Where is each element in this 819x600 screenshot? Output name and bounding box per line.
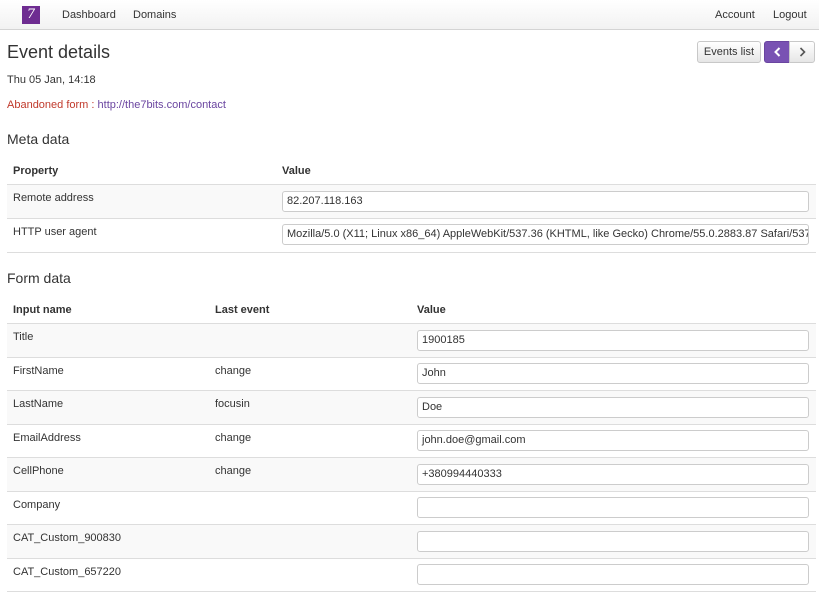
table-row: Company [7, 490, 816, 525]
input-value-field[interactable] [417, 496, 809, 518]
input-value-field[interactable]: John [417, 362, 809, 384]
events-list-button[interactable]: Events list [697, 41, 761, 63]
chevron-right-icon [799, 47, 806, 57]
column-header: Last event [215, 304, 270, 316]
input-name: CellPhone [13, 465, 64, 477]
nav-domains-link[interactable]: Domains [133, 0, 176, 30]
event-type-line: Abandoned form : http://the7bits.com/con… [7, 99, 226, 111]
column-header: Input name [13, 304, 72, 316]
form-data-heading: Form data [7, 270, 71, 286]
input-value-field[interactable] [417, 531, 809, 552]
property-name: Remote address [13, 192, 94, 204]
input-name: CAT_Custom_657220 [13, 565, 122, 578]
event-type-label: Abandoned form : [7, 99, 95, 111]
table-header: Input name Last event Value [7, 299, 816, 323]
nav-dashboard-link[interactable]: Dashboard [62, 0, 116, 30]
input-value-field[interactable]: Doe [417, 397, 809, 418]
input-value-field[interactable] [417, 563, 809, 585]
next-event-button[interactable] [789, 41, 815, 63]
form-data-table: Input name Last event Value Title 190018… [7, 299, 816, 592]
table-row: Title 1900185 [7, 323, 816, 357]
table-row: EmailAddress change john.doe@gmail.com [7, 423, 816, 458]
top-navbar: 7 Dashboard Domains Account Logout [0, 0, 819, 30]
meta-data-heading: Meta data [7, 131, 70, 147]
input-value-field[interactable]: 1900185 [417, 330, 809, 351]
nav-account-link[interactable]: Account [715, 0, 755, 30]
last-event: focusin [215, 398, 250, 410]
last-event: change [215, 465, 252, 477]
property-name: HTTP user agent [13, 226, 97, 238]
last-event: change [215, 364, 252, 377]
table-row: Remote address 82.207.118.163 [7, 184, 816, 218]
input-value-field[interactable]: +380994440333 [417, 464, 809, 485]
table-row: CAT_Custom_900830 [7, 524, 816, 558]
nav-logout-link[interactable]: Logout [773, 0, 807, 30]
table-header: Property Value [7, 160, 816, 184]
last-event: change [215, 431, 252, 444]
input-name: EmailAddress [13, 431, 81, 444]
input-value-field[interactable]: john.doe@gmail.com [417, 429, 809, 451]
table-row: HTTP user agent Mozilla/5.0 (X11; Linux … [7, 218, 816, 252]
input-name: LastName [13, 398, 64, 410]
property-value-field[interactable]: Mozilla/5.0 (X11; Linux x86_64) AppleWeb… [282, 224, 809, 245]
input-name: CAT_Custom_900830 [13, 532, 122, 544]
page-title: Event details [7, 42, 111, 62]
input-name: Company [13, 498, 61, 511]
previous-event-button[interactable] [764, 41, 790, 63]
table-row: CellPhone change +380994440333 [7, 457, 816, 491]
event-timestamp: Thu 05 Jan, 14:18 [7, 74, 96, 86]
table-row: LastName focusin Doe [7, 390, 816, 424]
chevron-left-icon [774, 47, 781, 57]
brand-logo[interactable]: 7 [22, 6, 40, 24]
property-value-field[interactable]: 82.207.118.163 [282, 191, 809, 212]
column-header: Property [13, 165, 59, 177]
event-url-link[interactable]: http://the7bits.com/contact [98, 99, 226, 111]
input-name: Title [13, 331, 34, 343]
meta-data-table: Property Value Remote address 82.207.118… [7, 160, 816, 253]
input-name: FirstName [13, 364, 64, 377]
table-row: FirstName change John [7, 356, 816, 391]
column-header: Value [282, 165, 311, 177]
column-header: Value [417, 304, 446, 316]
table-row: CAT_Custom_657220 [7, 557, 816, 592]
